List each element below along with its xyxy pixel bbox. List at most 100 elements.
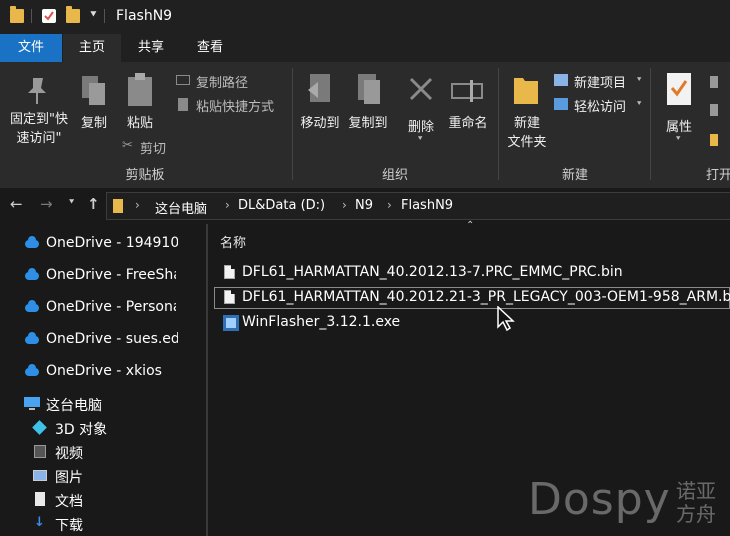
breadcrumb-chevron-icon[interactable]: ›: [225, 198, 230, 212]
properties-dropdown-icon[interactable]: ⯆: [675, 134, 681, 144]
breadcrumb-n9[interactable]: N9: [355, 198, 373, 213]
navigation-bar: ← → ⯆ ↑ › 这台电脑 › DL&Data (D:) › N9 › Fla…: [0, 188, 730, 222]
sort-ascending-icon: ⌃: [466, 220, 475, 231]
new-folder-button[interactable]: 新建 文件夹: [502, 66, 552, 156]
ribbon-tabs: 文件 主页 共享 查看: [0, 34, 730, 62]
nav-label: 文档: [55, 494, 83, 510]
watermark-logo-cn: 诺亚方舟: [676, 479, 716, 526]
cut-button[interactable]: ✂ 剪切: [122, 138, 182, 157]
open-group-label: 打开: [706, 168, 730, 183]
folder-icon: [514, 78, 538, 104]
nav-item-onedrive[interactable]: OneDrive - FreeSha: [0, 264, 208, 288]
new-folder-icon[interactable]: [66, 6, 80, 23]
copy-to-label: 复制到: [348, 116, 388, 131]
new-folder-label: 新建 文件夹: [507, 116, 547, 150]
copy-path-button[interactable]: 复制路径: [176, 72, 286, 91]
scissors-icon: ✂: [122, 138, 133, 153]
nav-item-onedrive[interactable]: OneDrive - sues.edu: [0, 328, 208, 352]
pictures-icon: [33, 470, 47, 481]
ribbon: 固定到"快 速访问" 复制 粘贴 复制路径 粘贴快捷方式 ✂ 剪切 剪贴板 移动…: [0, 62, 730, 189]
cut-label: 剪切: [140, 142, 167, 157]
navigation-pane: OneDrive - 1949100 OneDrive - FreeSha On…: [0, 222, 208, 536]
onedrive-cloud-icon: [25, 300, 39, 312]
documents-icon: [35, 492, 45, 506]
breadcrumb-flashn9[interactable]: FlashN9: [401, 198, 453, 213]
nav-item-onedrive[interactable]: OneDrive - xkios: [0, 360, 208, 384]
copy-path-label: 复制路径: [196, 76, 249, 91]
clipboard-icon: [128, 73, 152, 106]
properties-button[interactable]: 属性 ⯆: [656, 66, 702, 146]
nav-item-this-pc[interactable]: 这台电脑: [0, 392, 208, 416]
copy-path-icon: [176, 75, 190, 85]
tab-share[interactable]: 共享: [123, 34, 179, 62]
nav-item-onedrive[interactable]: OneDrive - Persona: [0, 296, 208, 320]
up-arrow-icon[interactable]: ↑: [87, 195, 100, 213]
nav-item-3d-objects[interactable]: 3D 对象: [0, 416, 208, 440]
bin-file-icon: [224, 265, 235, 279]
customize-qat-dropdown-icon[interactable]: ⯆: [89, 8, 98, 22]
copy-button[interactable]: 复制: [74, 66, 114, 138]
nav-label: 3D 对象: [55, 422, 108, 438]
rename-button[interactable]: 重命名: [444, 66, 492, 142]
delete-button[interactable]: 删除 ⯆: [400, 66, 442, 144]
new-item-dropdown-icon: ⯆: [636, 75, 643, 84]
separator: [31, 9, 32, 23]
nav-label: OneDrive - xkios: [46, 363, 162, 379]
breadcrumb-drive-d[interactable]: DL&Data (D:): [238, 198, 325, 213]
open-icon[interactable]: [710, 76, 718, 88]
rename-label: 重命名: [448, 116, 488, 131]
computer-icon: [24, 397, 40, 410]
tab-home[interactable]: 主页: [63, 34, 121, 62]
new-group-label: 新建: [561, 168, 588, 183]
address-bar[interactable]: › 这台电脑 › DL&Data (D:) › N9 › FlashN9: [106, 192, 730, 220]
nav-label: 图片: [55, 470, 83, 486]
pin-quick-access-button[interactable]: 固定到"快 速访问": [2, 66, 72, 158]
video-icon: [34, 445, 46, 458]
onedrive-cloud-icon: [25, 332, 39, 344]
nav-label: OneDrive - 1949100: [46, 235, 178, 251]
forward-arrow-icon[interactable]: →: [40, 195, 53, 213]
easy-access-dropdown-icon: ⯆: [636, 99, 643, 108]
tab-view[interactable]: 查看: [181, 34, 239, 62]
nav-item-videos[interactable]: 视频: [0, 440, 208, 464]
nav-label: OneDrive - Persona: [46, 299, 176, 315]
file-row[interactable]: DFL61_HARMATTAN_40.2012.13-7.PRC_EMMC_PR…: [214, 262, 730, 284]
mouse-cursor-icon: [497, 306, 515, 332]
paste-shortcut-button[interactable]: 粘贴快捷方式: [176, 96, 290, 115]
back-arrow-icon[interactable]: ←: [10, 195, 23, 213]
nav-item-downloads[interactable]: ↓ 下载: [0, 512, 208, 536]
file-row[interactable]: WinFlasher_3.12.1.exe: [214, 312, 730, 334]
breadcrumb-this-pc[interactable]: 这台电脑: [155, 198, 207, 217]
file-row-selected[interactable]: DFL61_HARMATTAN_40.2012.21-3_PR_LEGACY_0…: [214, 287, 730, 309]
easy-access-button[interactable]: 轻松访问 ⯆: [554, 96, 646, 115]
move-to-label: 移动到: [300, 116, 340, 131]
nav-item-documents[interactable]: 文档: [0, 488, 208, 512]
breadcrumb-chevron-icon[interactable]: ›: [135, 198, 140, 212]
nav-item-pictures[interactable]: 图片: [0, 464, 208, 488]
window-title: FlashN9: [116, 8, 173, 24]
onedrive-cloud-icon: [25, 268, 39, 280]
breadcrumb-chevron-icon[interactable]: ›: [387, 198, 392, 212]
delete-dropdown-icon[interactable]: ⯆: [417, 134, 423, 144]
column-header-name[interactable]: 名称: [220, 232, 246, 251]
paste-button[interactable]: 粘贴: [118, 66, 162, 138]
tab-file[interactable]: 文件: [0, 34, 62, 62]
copy-to-button[interactable]: 复制到: [344, 66, 392, 142]
group-separator: [650, 68, 651, 180]
pin-label: 固定到"快 速访问": [10, 112, 68, 146]
exe-app-icon: [223, 315, 239, 331]
onedrive-cloud-icon: [25, 236, 39, 248]
recent-locations-chevron-icon[interactable]: ⯆: [68, 198, 75, 208]
edit-icon[interactable]: [710, 104, 718, 116]
breadcrumb-chevron-icon[interactable]: ›: [342, 198, 347, 212]
history-icon[interactable]: [710, 134, 718, 146]
nav-item-onedrive[interactable]: OneDrive - 1949100: [0, 232, 208, 256]
properties-check-icon[interactable]: [42, 9, 56, 23]
downloads-icon: ↓: [34, 515, 45, 530]
new-item-button[interactable]: 新建项目 ⯆: [554, 72, 646, 91]
file-name: DFL61_HARMATTAN_40.2012.13-7.PRC_EMMC_PR…: [242, 264, 623, 280]
title-bar: ⯆ FlashN9: [0, 0, 730, 34]
organize-group-label: 组织: [381, 168, 408, 183]
move-to-button[interactable]: 移动到: [296, 66, 344, 142]
move-to-icon: [308, 74, 330, 102]
